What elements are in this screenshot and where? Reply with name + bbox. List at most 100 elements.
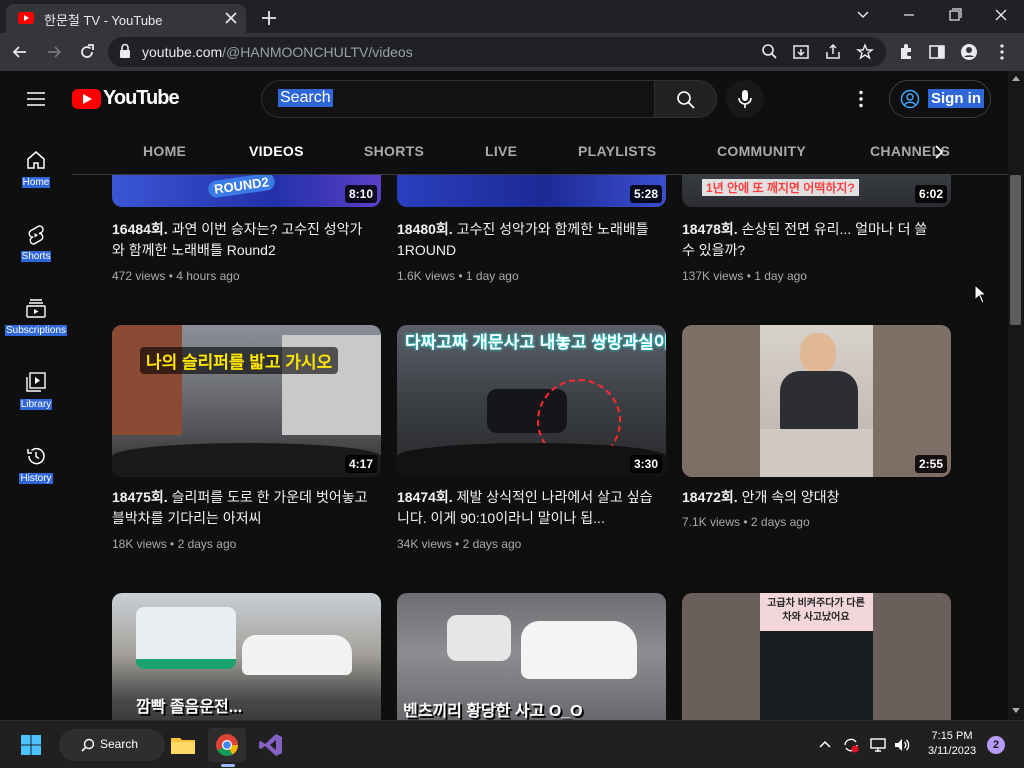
- video-thumbnail[interactable]: 깜빡 졸음운전...: [112, 593, 381, 720]
- rail-item-subscriptions[interactable]: Subscriptions: [0, 287, 72, 353]
- file-explorer-icon[interactable]: [166, 728, 200, 762]
- taskbar-search[interactable]: Search: [59, 729, 165, 761]
- page-scrollbar[interactable]: [1008, 71, 1024, 720]
- video-thumbnail[interactable]: 고급차 비켜주다가 다른 차와 사고났어요: [682, 593, 951, 720]
- car-shape: [447, 615, 511, 661]
- duration-badge: 3:30: [629, 455, 662, 473]
- system-clock[interactable]: 7:15 PM 3/11/2023: [924, 729, 980, 759]
- reload-icon[interactable]: [77, 42, 97, 62]
- video-thumbnail[interactable]: 5:28: [397, 175, 666, 207]
- duration-badge: 2:55: [914, 455, 947, 473]
- sign-in-button[interactable]: Sign in: [889, 80, 991, 118]
- browser-toolbar: youtube.com/@HANMOONCHULTV/videos: [0, 33, 1024, 71]
- rail-item-home[interactable]: Home: [0, 139, 72, 205]
- visual-studio-icon[interactable]: [254, 728, 288, 762]
- bookmark-star-icon[interactable]: [855, 42, 875, 62]
- tab-community[interactable]: COMMUNITY: [717, 143, 806, 159]
- thumbnail-caption: ROUND2: [207, 175, 276, 199]
- video-thumbnail[interactable]: 나의 슬리퍼를 밟고 가시오 4:17: [112, 325, 381, 477]
- search-input[interactable]: Search: [278, 89, 333, 107]
- new-tab-icon[interactable]: [258, 7, 280, 29]
- windows-taskbar: Search 7:15 PM 3/11/2023 2: [0, 720, 1024, 768]
- video-meta: 137K views • 1 day ago: [682, 269, 807, 283]
- search-box[interactable]: Search: [261, 80, 655, 118]
- tab-home[interactable]: HOME: [143, 143, 186, 159]
- video-grid: ROUND2 8:10 16484회. 과연 이번 승자는? 고수진 성악가와 …: [72, 175, 1008, 720]
- duration-badge: 8:10: [344, 185, 377, 203]
- duration-badge: 4:17: [344, 455, 377, 473]
- sync-status-icon[interactable]: [842, 736, 860, 754]
- tab-close-icon[interactable]: [222, 9, 240, 27]
- install-app-icon[interactable]: [791, 42, 811, 62]
- video-thumbnail[interactable]: 다짜고짜 개문사고 내놓고 쌍방과실이라니요? 3:30: [397, 325, 666, 477]
- desk-shape: [760, 429, 873, 477]
- tab-videos[interactable]: VIDEOS: [249, 143, 304, 159]
- microphone-icon: [738, 90, 752, 108]
- side-panel-icon[interactable]: [927, 42, 947, 62]
- shorts-icon: [28, 225, 44, 245]
- address-bar[interactable]: youtube.com/@HANMOONCHULTV/videos: [108, 37, 886, 67]
- hamburger-menu-icon[interactable]: [26, 89, 46, 109]
- video-title[interactable]: 18478회. 손상된 전면 유리... 얼마나 더 쓸 수 있을까?: [682, 219, 944, 261]
- thumbnail-caption: 다짜고짜 개문사고 내놓고 쌍방과실이라니요?: [405, 333, 666, 352]
- video-title[interactable]: 18474회. 제발 상식적인 나라에서 살고 싶습니다. 이게 90:10이라…: [397, 487, 659, 529]
- thumbnail-caption: 벤츠끼리 황당한 사고 O_O: [403, 703, 583, 720]
- thumbnail-caption: 깜빡 졸음운전...: [136, 699, 243, 716]
- rail-item-history[interactable]: History: [0, 435, 72, 501]
- chrome-menu-icon[interactable]: [992, 42, 1012, 62]
- video-thumbnail[interactable]: 벤츠끼리 황당한 사고 O_O: [397, 593, 666, 720]
- taskbar-search-label: Search: [100, 737, 139, 751]
- notification-badge[interactable]: 2: [987, 736, 1005, 754]
- bus-shape: [136, 607, 236, 669]
- zoom-search-icon[interactable]: [760, 42, 780, 62]
- back-icon[interactable]: [10, 42, 30, 62]
- video-title[interactable]: 18480회. 고수진 성악가와 함께한 노래배틀 1ROUND: [397, 219, 659, 261]
- network-icon[interactable]: [869, 736, 887, 754]
- url-text: youtube.com/@HANMOONCHULTV/videos: [142, 44, 413, 60]
- browser-tab[interactable]: 한문철 TV - YouTube: [6, 4, 246, 33]
- rail-item-shorts[interactable]: Shorts: [0, 213, 72, 279]
- car-shape: [521, 621, 637, 679]
- tab-shorts[interactable]: SHORTS: [364, 143, 424, 159]
- video-thumbnail[interactable]: ROUND2 8:10: [112, 175, 381, 207]
- tab-playlists[interactable]: PLAYLISTS: [578, 143, 656, 159]
- video-title[interactable]: 16484회. 과연 이번 승자는? 고수진 성악가와 함께한 노래배틀 Rou…: [112, 219, 374, 261]
- video-thumbnail[interactable]: 2:55: [682, 325, 951, 477]
- tabs-scroll-right-icon[interactable]: [928, 141, 950, 163]
- lock-icon[interactable]: [117, 42, 133, 60]
- volume-icon[interactable]: [893, 736, 911, 754]
- tab-live[interactable]: LIVE: [485, 143, 517, 159]
- scroll-up-icon[interactable]: [1012, 75, 1020, 81]
- tab-search-chevron-icon[interactable]: [848, 4, 878, 26]
- chrome-icon[interactable]: [210, 728, 244, 762]
- video-title[interactable]: 18475회. 슬리퍼를 도로 한 가운데 벗어놓고 블박차를 기다리는 아저씨: [112, 487, 374, 529]
- rail-label: History: [19, 473, 53, 484]
- scrollbar-thumb[interactable]: [1010, 175, 1021, 325]
- youtube-logo-icon[interactable]: [72, 89, 101, 109]
- channel-tabs: HOME VIDEOS SHORTS LIVE PLAYLISTS COMMUN…: [72, 127, 1008, 175]
- windows-start-icon[interactable]: [20, 734, 42, 756]
- youtube-logo-text[interactable]: YouTube: [103, 87, 180, 110]
- extensions-icon[interactable]: [896, 42, 916, 62]
- mouse-cursor-icon: [974, 284, 988, 304]
- rail-label: Shorts: [20, 251, 52, 262]
- voice-search-button[interactable]: [726, 80, 764, 118]
- search-button[interactable]: [654, 80, 717, 118]
- tab-title: 한문철 TV - YouTube: [44, 13, 163, 28]
- video-meta: 18K views • 2 days ago: [112, 537, 237, 551]
- rail-item-library[interactable]: Library: [0, 361, 72, 427]
- restore-icon[interactable]: [940, 4, 970, 26]
- duration-badge: 5:28: [629, 185, 662, 203]
- video-title[interactable]: 18472회. 안개 속의 양대창: [682, 487, 944, 508]
- person-face-shape: [800, 333, 836, 373]
- scroll-down-icon[interactable]: [1012, 708, 1020, 714]
- close-window-icon[interactable]: [986, 4, 1016, 26]
- forward-icon[interactable]: [44, 42, 64, 62]
- search-icon: [677, 91, 695, 109]
- minimize-icon[interactable]: [894, 4, 924, 26]
- settings-more-icon[interactable]: [851, 89, 871, 109]
- share-icon[interactable]: [823, 42, 843, 62]
- video-thumbnail[interactable]: 1년 안에 또 깨지면 어떡하지? 6:02: [682, 175, 951, 207]
- profile-icon[interactable]: [959, 42, 979, 62]
- tray-overflow-chevron-icon[interactable]: [818, 738, 832, 752]
